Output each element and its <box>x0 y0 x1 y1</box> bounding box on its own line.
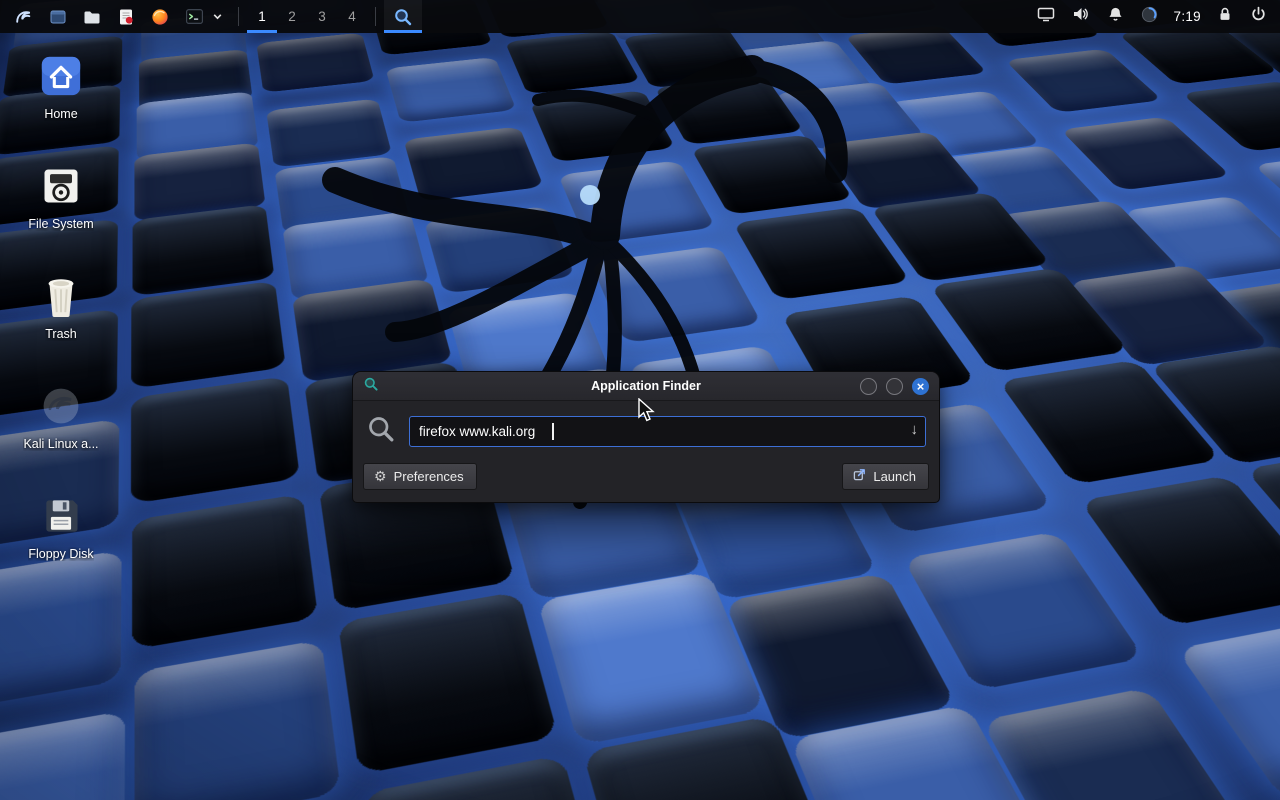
window-controls: × <box>860 378 929 395</box>
cube <box>338 591 558 773</box>
power-icon[interactable] <box>1249 5 1268 29</box>
desktop-icon-file-system[interactable]: File System <box>14 162 108 231</box>
notifications-bell-icon[interactable] <box>1106 5 1125 29</box>
desktop-icon-label: Home <box>44 107 77 121</box>
trash-icon <box>37 272 85 320</box>
file-manager-launcher-icon[interactable] <box>41 0 75 33</box>
workspace-4[interactable]: 4 <box>337 0 367 33</box>
terminal-dropdown-chevron-icon[interactable] <box>212 0 230 33</box>
workspace-2[interactable]: 2 <box>277 0 307 33</box>
launch-button-label: Launch <box>873 469 916 484</box>
clock[interactable]: 7:19 <box>1174 9 1201 24</box>
cube <box>981 687 1253 800</box>
terminal-launcher-icon[interactable] <box>177 0 212 33</box>
desktop-icon-home[interactable]: Home <box>14 52 108 121</box>
minimize-button[interactable] <box>860 378 877 395</box>
launch-icon <box>853 468 866 484</box>
cube <box>903 531 1144 690</box>
cube <box>1079 475 1280 626</box>
button-row: ⚙ Preferences Launch <box>353 456 939 502</box>
file-system-icon <box>37 162 85 210</box>
cube <box>0 711 125 800</box>
desktop-icon-label: Kali Linux a... <box>23 437 98 451</box>
display-icon[interactable] <box>1036 4 1056 29</box>
desktop-icon-label: Trash <box>45 327 77 341</box>
panel-separator <box>375 7 376 26</box>
desktop-icon-label: Floppy Disk <box>28 547 93 561</box>
titlebar[interactable]: Application Finder × <box>353 372 939 401</box>
search-icon <box>366 414 396 449</box>
window-title: Application Finder <box>353 379 939 393</box>
panel-launchers: 1 2 3 4 <box>0 0 422 33</box>
desktop-icon-label: File System <box>28 217 93 231</box>
query-field-wrap: ↓ <box>409 416 926 447</box>
folder-launcher-icon[interactable] <box>75 0 109 33</box>
application-finder-window: Application Finder × ↓ ⚙ Preferences <box>352 371 940 503</box>
lock-icon[interactable] <box>1216 5 1234 28</box>
cube <box>131 281 287 389</box>
workspace-1[interactable]: 1 <box>247 0 277 33</box>
volume-icon[interactable] <box>1071 4 1091 29</box>
launch-button[interactable]: Launch <box>842 463 929 490</box>
panel-separator <box>238 7 239 26</box>
desktop-icon-list: Home File System Trash Kali Linux a... F… <box>14 52 108 561</box>
workspace-3[interactable]: 3 <box>307 0 337 33</box>
home-icon <box>37 52 85 100</box>
panel-tray: 7:19 <box>1036 0 1280 33</box>
close-button[interactable]: × <box>912 378 929 395</box>
kali-menu-icon[interactable] <box>6 0 41 33</box>
maximize-button[interactable] <box>886 378 903 395</box>
text-caret <box>552 423 554 440</box>
search-input[interactable] <box>409 416 926 447</box>
cube <box>134 639 342 800</box>
taskbar-application-finder[interactable] <box>384 0 422 33</box>
kali-linux-icon <box>37 382 85 430</box>
preferences-button-label: Preferences <box>394 469 464 484</box>
preferences-button[interactable]: ⚙ Preferences <box>363 463 477 490</box>
desktop: 1 2 3 4 7:19 <box>0 0 1280 800</box>
cube <box>1182 81 1280 152</box>
top-panel: 1 2 3 4 7:19 <box>0 0 1280 33</box>
text-editor-launcher-icon[interactable] <box>109 0 143 33</box>
cube <box>130 376 300 504</box>
cube <box>0 550 121 714</box>
desktop-icon-floppy-disk[interactable]: Floppy Disk <box>14 492 108 561</box>
search-row: ↓ <box>353 401 939 456</box>
floppy-disk-icon <box>37 492 85 540</box>
desktop-icon-trash[interactable]: Trash <box>14 272 108 341</box>
cube <box>1061 117 1232 191</box>
gear-icon: ⚙ <box>374 469 387 483</box>
cube <box>1005 49 1163 113</box>
network-status-icon[interactable] <box>1140 5 1159 29</box>
firefox-launcher-icon[interactable] <box>143 0 177 33</box>
desktop-icon-kali-linux[interactable]: Kali Linux a... <box>14 382 108 451</box>
dropdown-arrow-icon[interactable]: ↓ <box>911 421 919 438</box>
